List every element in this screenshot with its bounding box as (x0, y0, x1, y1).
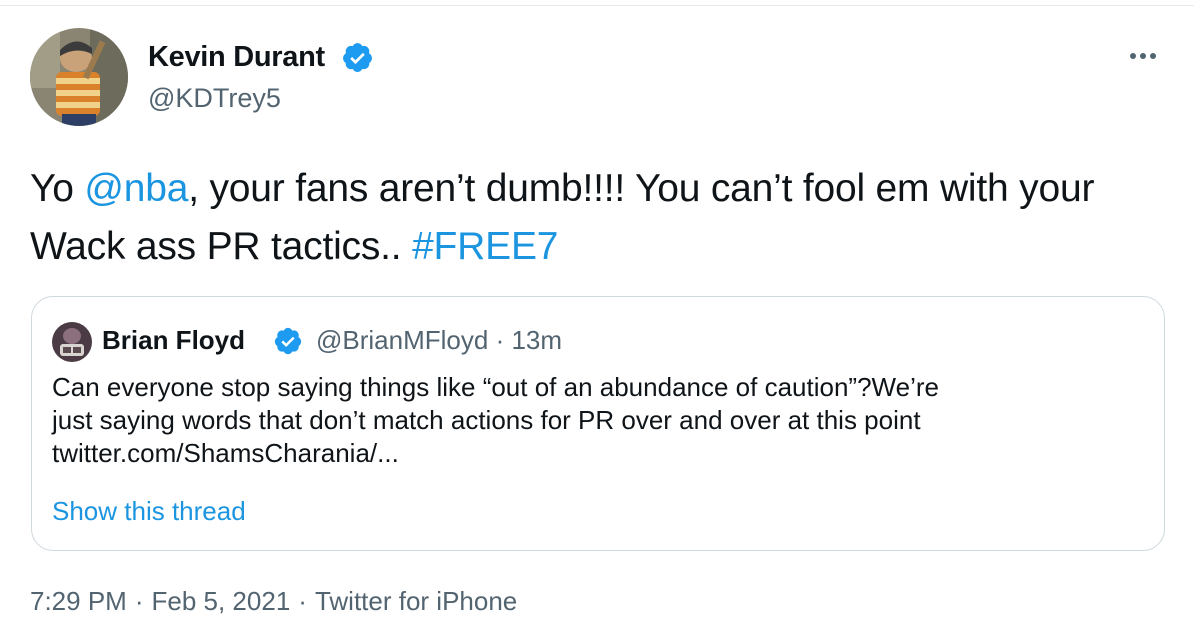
meta-separator: · (495, 325, 505, 355)
quoted-tweet-card[interactable]: Brian Floyd @BrianMFloyd · 13m Can every… (31, 296, 1165, 551)
author-handle[interactable]: @KDTrey5 (148, 82, 281, 114)
quoted-author-handle: @BrianMFloyd (316, 325, 489, 355)
tweet-time-link[interactable]: 7:29 PM (30, 586, 127, 616)
mention-link[interactable]: @nba (84, 167, 188, 210)
more-dots-icon (1130, 53, 1156, 59)
quoted-text-line: Can everyone stop saying things like “ou… (52, 372, 939, 402)
meta-separator: · (134, 586, 144, 616)
profile-photo-icon (52, 322, 92, 362)
quoted-time: 13m (511, 325, 563, 355)
quoted-author-avatar[interactable] (52, 322, 92, 362)
tweet-text: Yo @nba, your fans aren’t dumb!!!! You c… (30, 160, 1180, 276)
author-avatar[interactable] (30, 28, 128, 126)
tweet-text-part: , your fans aren’t dumb!!!! You can’t fo… (30, 167, 1095, 268)
verified-badge-icon (274, 327, 302, 355)
quoted-text-line: twitter.com/ShamsCharania/... (52, 438, 399, 468)
quoted-tweet-text: Can everyone stop saying things like “ou… (52, 371, 1147, 470)
quoted-author-name[interactable]: Brian Floyd (102, 323, 245, 357)
more-options-button[interactable] (1124, 44, 1164, 68)
verified-badge-icon (343, 43, 372, 72)
quoted-text-line: just saying words that don’t match actio… (52, 405, 921, 435)
tweet-metadata: 7:29 PM · Feb 5, 2021 · Twitter for iPhone (30, 584, 517, 618)
hashtag-link[interactable]: #FREE7 (412, 225, 558, 268)
author-name[interactable]: Kevin Durant (148, 40, 325, 74)
tweet-date-link[interactable]: Feb 5, 2021 (152, 586, 291, 616)
tweet-text-part: Yo (30, 167, 85, 210)
meta-separator: · (298, 586, 307, 616)
quoted-author-meta: @BrianMFloyd · 13m (316, 323, 562, 357)
top-divider (0, 0, 1194, 6)
tweet-source-link[interactable]: Twitter for iPhone (315, 586, 517, 616)
show-thread-link[interactable]: Show this thread (52, 494, 246, 528)
profile-photo-icon (30, 28, 128, 126)
